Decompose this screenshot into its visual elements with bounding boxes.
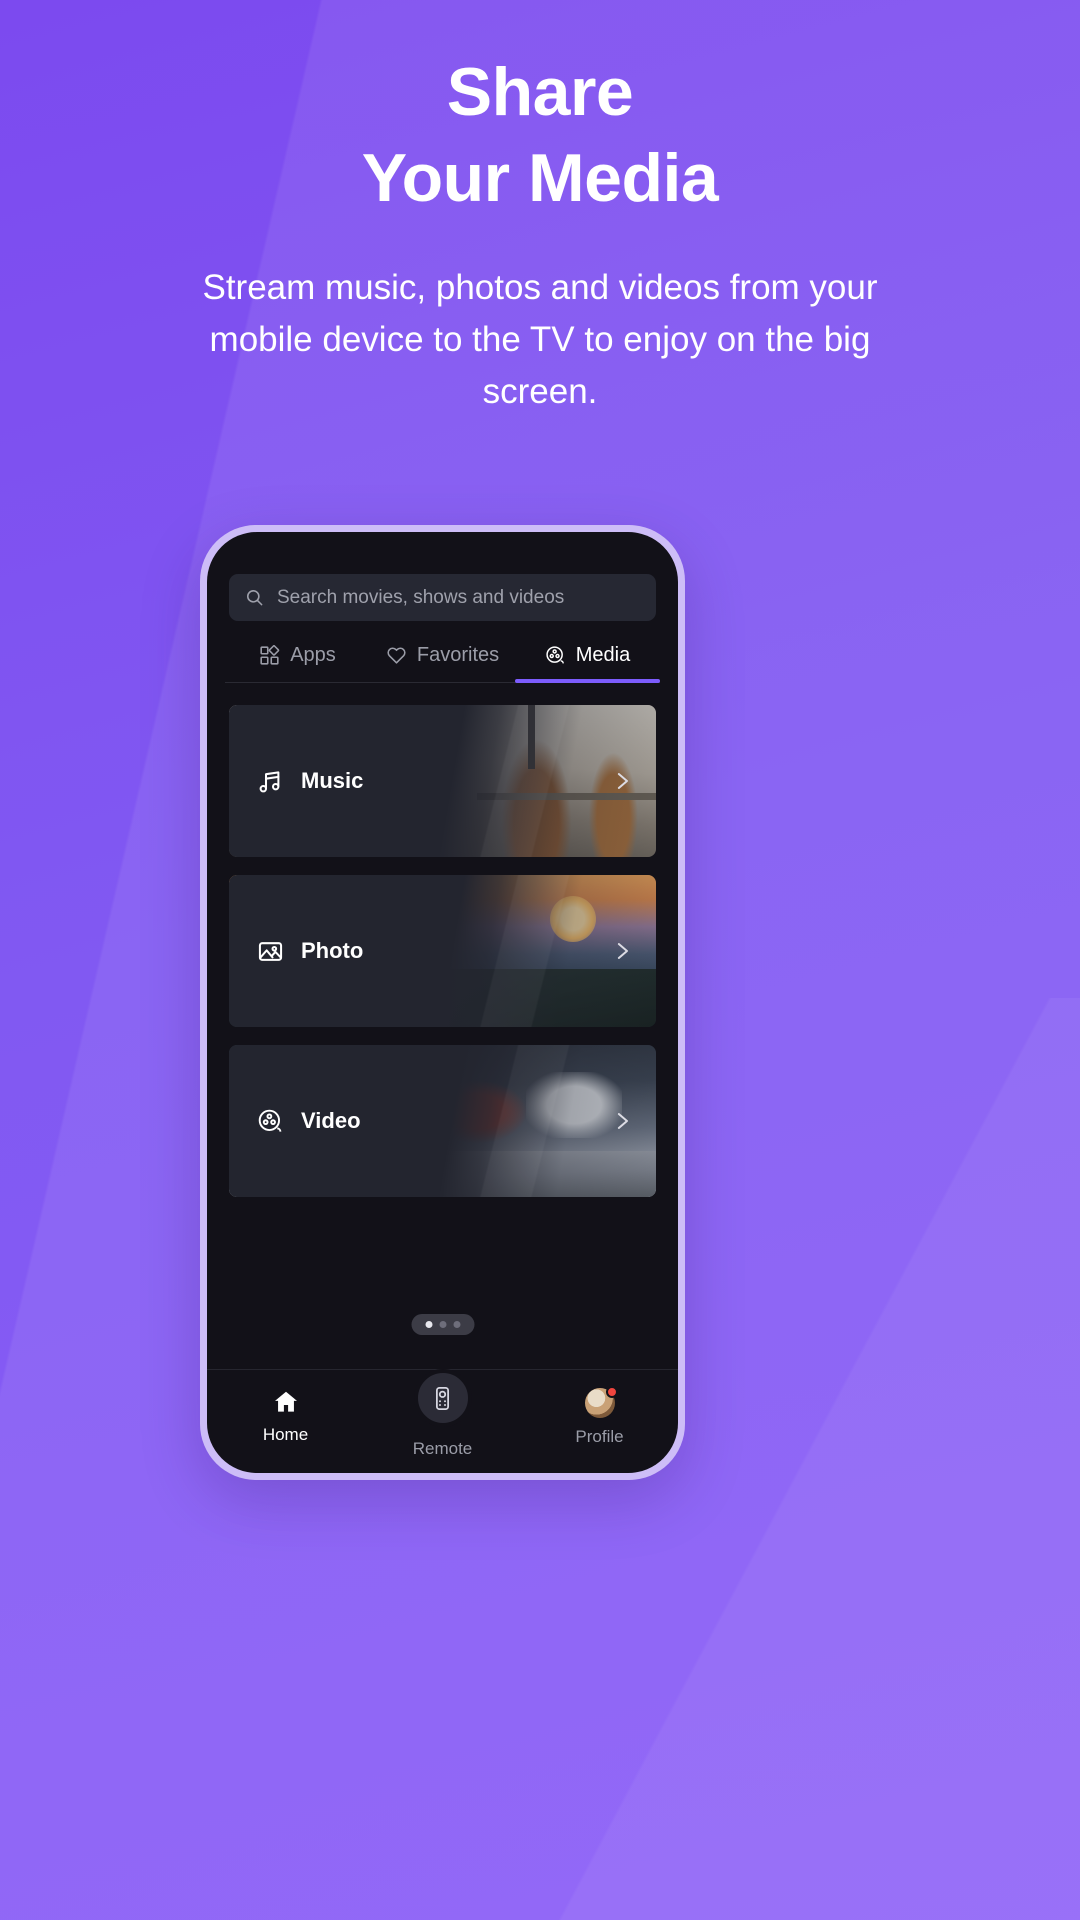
media-card-label: Photo (301, 938, 364, 963)
tab-favorites[interactable]: Favorites (370, 644, 515, 682)
music-note-icon (259, 770, 280, 792)
heart-icon (387, 647, 406, 664)
page-indicator[interactable] (411, 1314, 474, 1335)
screen-empty-area (207, 1215, 678, 1369)
phone-screen: Search movies, shows and videos Apps Fav… (207, 532, 678, 1473)
media-card-label: Music (301, 768, 364, 793)
promo-text-block: Share Your Media Stream music, photos an… (0, 0, 1080, 417)
media-card-list: Music Photo Video (229, 705, 656, 1215)
page-title: Share Your Media (0, 58, 1080, 212)
page-dot-1 (425, 1321, 432, 1328)
home-icon (274, 1391, 297, 1412)
search-placeholder-text: Search movies, shows and videos (277, 586, 565, 608)
search-input[interactable]: Search movies, shows and videos (229, 574, 656, 621)
page-dot-3 (453, 1321, 460, 1328)
media-card-music[interactable]: Music (229, 705, 656, 857)
tab-label-media: Media (575, 644, 631, 666)
nav-label-profile: Profile (575, 1427, 624, 1446)
chevron-right-icon (617, 1113, 628, 1129)
remote-control-icon (435, 1386, 450, 1410)
page-dot-2 (439, 1321, 446, 1328)
nav-item-home[interactable]: Home (207, 1388, 364, 1445)
search-icon (246, 589, 263, 606)
chevron-right-icon (617, 773, 628, 789)
tab-label-apps: Apps (290, 644, 336, 666)
tab-label-favorites: Favorites (416, 644, 500, 666)
tab-apps[interactable]: Apps (225, 644, 370, 682)
media-card-video[interactable]: Video (229, 1045, 656, 1197)
film-reel-icon (546, 646, 564, 664)
media-card-photo[interactable]: Photo (229, 875, 656, 1027)
bottom-navigation-bar: Home Remote Profile (207, 1369, 678, 1473)
grid-apps-icon (260, 645, 280, 665)
tab-bar: Apps Favorites Media (225, 644, 660, 683)
nav-item-remote[interactable]: Remote (364, 1369, 521, 1459)
avatar[interactable] (584, 1386, 618, 1418)
tab-media[interactable]: Media (515, 644, 660, 683)
headline-line-1: Share (446, 54, 634, 130)
film-reel-icon (258, 1109, 282, 1132)
image-picture-icon (258, 941, 283, 961)
nav-label-remote: Remote (412, 1439, 473, 1458)
notification-badge (605, 1386, 618, 1398)
nav-item-profile[interactable]: Profile (521, 1386, 678, 1447)
chevron-right-icon (617, 943, 628, 959)
headline-line-2: Your Media (361, 140, 719, 216)
media-card-label: Video (301, 1108, 361, 1133)
remote-button-ring[interactable] (413, 1369, 472, 1427)
nav-label-home: Home (262, 1425, 309, 1444)
promo-subtitle: Stream music, photos and videos from you… (202, 268, 878, 411)
phone-mockup: Search movies, shows and videos Apps Fav… (200, 525, 685, 1480)
